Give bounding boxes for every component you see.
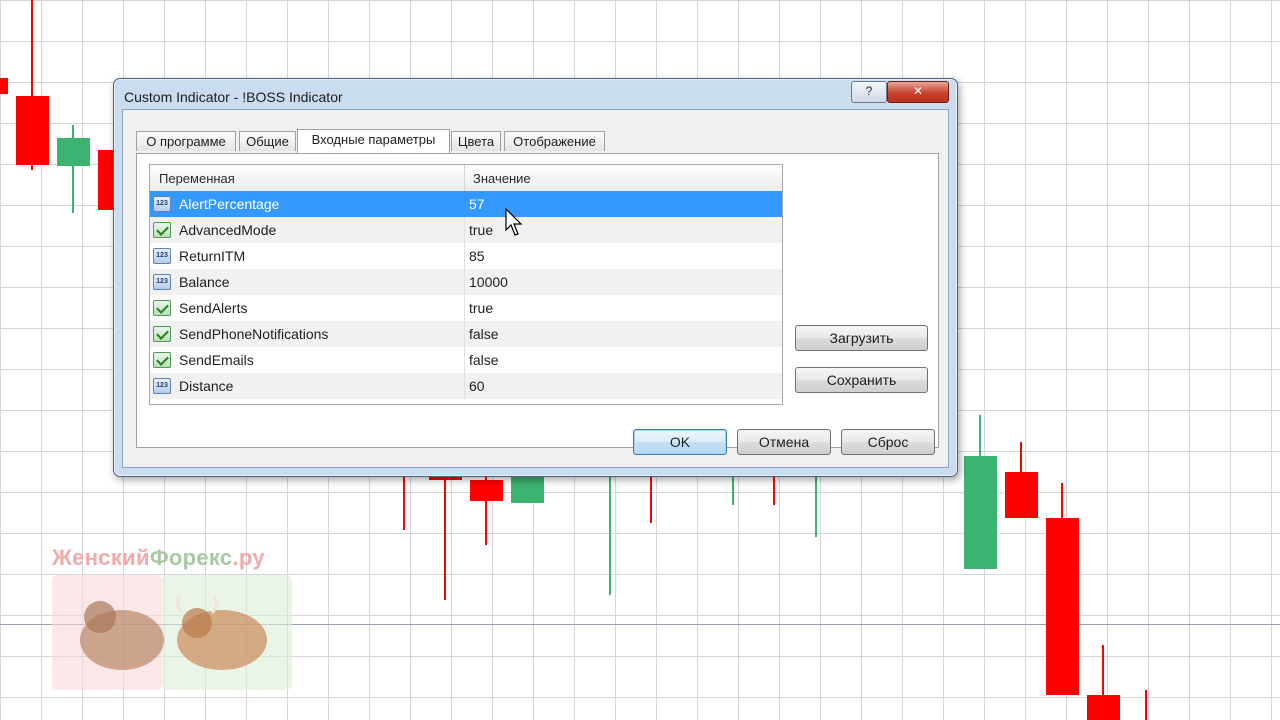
- parameter-value[interactable]: 10000: [469, 274, 508, 290]
- parameter-name: ReturnITM: [179, 248, 246, 264]
- table-row[interactable]: AdvancedMode true: [150, 217, 782, 243]
- parameter-name: SendPhoneNotifications: [179, 326, 329, 342]
- ok-button[interactable]: OK: [633, 429, 727, 455]
- number-icon: 123: [153, 378, 171, 394]
- column-header-value[interactable]: Значение: [473, 171, 531, 186]
- parameter-value[interactable]: 60: [469, 378, 485, 394]
- help-button[interactable]: ?: [851, 81, 887, 103]
- number-icon: 123: [153, 196, 171, 212]
- table-row[interactable]: 123 Balance 10000: [150, 269, 782, 295]
- number-icon: 123: [153, 248, 171, 264]
- reset-button[interactable]: Сброс: [841, 429, 935, 455]
- cancel-button[interactable]: Отмена: [737, 429, 831, 455]
- load-button[interactable]: Загрузить: [795, 325, 928, 351]
- parameter-name: Distance: [179, 378, 234, 394]
- column-header-variable[interactable]: Переменная: [159, 171, 235, 186]
- tab-colors[interactable]: Цвета: [451, 131, 501, 151]
- parameter-value[interactable]: true: [469, 300, 493, 316]
- table-row[interactable]: SendEmails false: [150, 347, 782, 373]
- tab-about[interactable]: О программе: [136, 131, 236, 151]
- tab-general[interactable]: Общие: [239, 131, 296, 151]
- tab-visualization[interactable]: Отображение: [504, 131, 605, 151]
- mouse-cursor-icon: [505, 208, 523, 236]
- close-button[interactable]: ✕: [887, 81, 949, 103]
- parameter-value[interactable]: 85: [469, 248, 485, 264]
- input-parameters-panel: Переменная Значение 123 AlertPercentage 57…: [136, 153, 939, 448]
- watermark-logo: ЖенскийФорекс.ру: [52, 545, 302, 695]
- dialog-title: Custom Indicator - !BOSS Indicator: [124, 89, 343, 105]
- table-row[interactable]: 123 ReturnITM 85: [150, 243, 782, 269]
- save-button[interactable]: Сохранить: [795, 367, 928, 393]
- table-header: Переменная Значение: [150, 165, 782, 192]
- bool-icon: [153, 352, 171, 368]
- parameters-table: Переменная Значение 123 AlertPercentage 57…: [149, 164, 783, 405]
- parameter-name: AlertPercentage: [179, 196, 280, 212]
- table-row[interactable]: 123 Distance 60: [150, 373, 782, 399]
- parameter-value[interactable]: true: [469, 222, 493, 238]
- bool-icon: [153, 300, 171, 316]
- table-row[interactable]: 123 AlertPercentage 57: [150, 191, 782, 217]
- parameter-name: Balance: [179, 274, 230, 290]
- bool-icon: [153, 326, 171, 342]
- parameter-value[interactable]: 57: [469, 196, 485, 212]
- number-icon: 123: [153, 274, 171, 290]
- parameter-name: AdvancedMode: [179, 222, 277, 238]
- table-row[interactable]: SendPhoneNotifications false: [150, 321, 782, 347]
- parameter-name: SendEmails: [179, 352, 254, 368]
- custom-indicator-dialog: Custom Indicator - !BOSS Indicator ? ✕ О…: [113, 78, 958, 477]
- parameter-value[interactable]: false: [469, 326, 499, 342]
- parameter-value[interactable]: false: [469, 352, 499, 368]
- close-icon: ✕: [912, 84, 924, 98]
- tab-input-parameters[interactable]: Входные параметры: [297, 129, 450, 153]
- parameter-name: SendAlerts: [179, 300, 248, 316]
- bull-bear-icon: [52, 575, 292, 690]
- bool-icon: [153, 222, 171, 238]
- dialog-client-area: О программе Общие Входные параметры Цвет…: [122, 109, 949, 468]
- table-row[interactable]: SendAlerts true: [150, 295, 782, 321]
